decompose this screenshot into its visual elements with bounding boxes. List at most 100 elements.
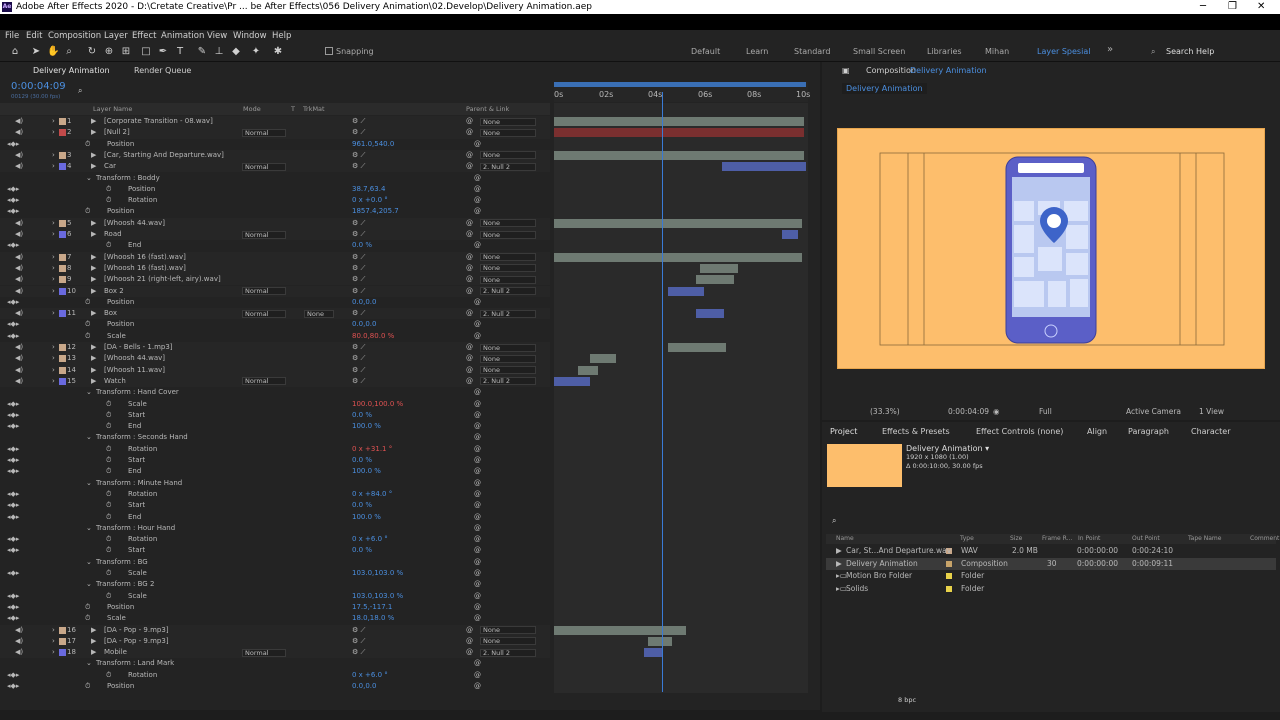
keyframe-nav-icon[interactable]: ◂◆▸ bbox=[7, 500, 19, 511]
pickwhip-icon[interactable]: @ bbox=[474, 432, 481, 443]
menu-layer[interactable]: Layer bbox=[104, 31, 128, 41]
property-group-row[interactable]: ⌄ Transform : BG 2 @ bbox=[0, 579, 550, 590]
label-color-swatch[interactable] bbox=[59, 163, 66, 171]
layer-name[interactable]: [Whoosh 11.wav] bbox=[104, 365, 165, 376]
stopwatch-icon[interactable]: ⏱ bbox=[85, 602, 90, 613]
layer-name[interactable]: [Whoosh 16 (fast).wav] bbox=[104, 252, 186, 263]
keyframe-nav-icon[interactable]: ◂◆▸ bbox=[7, 195, 19, 206]
layer-row[interactable]: ◀) 14 › ▶ [Whoosh 11.wav] ⚙ ⟋ @ None bbox=[0, 364, 550, 376]
property-group-name[interactable]: Transform : Seconds Hand bbox=[96, 432, 188, 443]
menu-help[interactable]: Help bbox=[272, 31, 291, 41]
col-layer-name[interactable]: Layer Name bbox=[93, 105, 132, 113]
tab-character[interactable]: Character bbox=[1191, 427, 1231, 436]
label-color-swatch[interactable] bbox=[59, 118, 66, 125]
layer-row[interactable]: ◀) 13 › ▶ [Whoosh 44.wav] ⚙ ⟋ @ None bbox=[0, 353, 550, 365]
layer-name[interactable]: Watch bbox=[104, 376, 126, 387]
pickwhip-icon[interactable]: @ bbox=[474, 139, 481, 150]
keyframe-nav-icon[interactable]: ◂◆▸ bbox=[7, 466, 19, 477]
expand-arrow-icon[interactable]: › bbox=[52, 342, 55, 353]
switches-icon[interactable]: ⚙ ⟋ bbox=[352, 150, 365, 161]
menu-effect[interactable]: Effect bbox=[132, 31, 156, 41]
property-row[interactable]: ◂◆▸ ⏱ Position 17.5,-117.1 @ bbox=[0, 602, 550, 613]
property-group-name[interactable]: Transform : Hand Cover bbox=[96, 387, 179, 398]
pickwhip-icon[interactable]: @ bbox=[474, 297, 481, 308]
keyframe-nav-icon[interactable]: ◂◆▸ bbox=[7, 670, 19, 681]
keyframe-nav-icon[interactable]: ◂◆▸ bbox=[7, 444, 19, 455]
property-group-row[interactable]: ⌄ Transform : Hand Cover @ bbox=[0, 387, 550, 398]
audio-icon[interactable]: ◀) bbox=[15, 116, 23, 127]
switches-icon[interactable]: ⚙ ⟋ bbox=[352, 353, 365, 364]
layer-duration-bar[interactable] bbox=[696, 275, 734, 285]
switches-icon[interactable]: ⚙ ⟋ bbox=[352, 252, 365, 263]
keyframe-nav-icon[interactable]: ◂◆▸ bbox=[7, 331, 19, 342]
layer-duration-bar[interactable] bbox=[554, 376, 590, 386]
pickwhip-icon[interactable]: @ bbox=[474, 523, 481, 534]
property-value[interactable]: 103.0,103.0 % bbox=[352, 591, 403, 602]
group-expand-icon[interactable]: ⌄ bbox=[86, 432, 92, 443]
layer-row[interactable]: ◀) 12 › ▶ [DA - Bells - 1.mp3] ⚙ ⟋ @ None bbox=[0, 342, 550, 354]
pickwhip-icon[interactable]: @ bbox=[466, 365, 473, 376]
property-value[interactable]: 0.0 % bbox=[352, 240, 372, 251]
pickwhip-icon[interactable]: @ bbox=[474, 500, 481, 511]
keyframe-nav-icon[interactable]: ◂◆▸ bbox=[7, 206, 19, 217]
pickwhip-icon[interactable]: @ bbox=[466, 636, 473, 647]
pickwhip-icon[interactable]: @ bbox=[474, 184, 481, 195]
property-group-name[interactable]: Transform : Boddy bbox=[96, 173, 160, 184]
pickwhip-icon[interactable]: @ bbox=[466, 308, 473, 319]
puppet-tool-icon[interactable]: ✱ bbox=[272, 46, 284, 58]
stopwatch-icon[interactable]: ⏱ bbox=[106, 545, 111, 556]
property-row[interactable]: ◂◆▸ ⏱ Start 0.0 % @ bbox=[0, 545, 550, 556]
composition-canvas[interactable] bbox=[837, 128, 1265, 369]
menu-window[interactable]: Window bbox=[233, 31, 267, 41]
snapshot-icon[interactable]: ◉ bbox=[993, 407, 1000, 416]
label-color-swatch[interactable] bbox=[59, 310, 66, 318]
current-time-indicator[interactable] bbox=[662, 92, 663, 692]
stopwatch-icon[interactable]: ⏱ bbox=[85, 206, 90, 217]
switches-icon[interactable]: ⚙ ⟋ bbox=[352, 274, 365, 285]
layer-row[interactable]: ◀) 17 › ▶ [DA - Pop - 9.mp3] ⚙ ⟋ @ None bbox=[0, 635, 550, 648]
bit-depth[interactable]: 8 bpc bbox=[898, 696, 916, 704]
layer-name[interactable]: Box bbox=[104, 308, 117, 319]
stopwatch-icon[interactable]: ⏱ bbox=[106, 444, 111, 455]
blend-mode-select[interactable]: Normal bbox=[242, 377, 286, 386]
track-matte-select[interactable]: None bbox=[304, 309, 334, 318]
property-row[interactable]: ◂◆▸ ⏱ Rotation 0 x +84.0 ° @ bbox=[0, 489, 550, 500]
switches-icon[interactable]: ⚙ ⟋ bbox=[352, 376, 365, 387]
layer-duration-bar[interactable] bbox=[554, 117, 804, 126]
layer-name[interactable]: [Car, Starting And Departure.wav] bbox=[104, 150, 224, 161]
label-color-swatch[interactable] bbox=[59, 264, 66, 272]
stopwatch-icon[interactable]: ⏱ bbox=[106, 512, 111, 523]
layer-name[interactable]: [Whoosh 44.wav] bbox=[104, 218, 165, 229]
expand-arrow-icon[interactable]: › bbox=[52, 229, 55, 240]
layer-name[interactable]: [Null 2] bbox=[104, 127, 130, 138]
tab-effect-controls[interactable]: Effect Controls (none) bbox=[976, 427, 1063, 436]
property-group-row[interactable]: ⌄ Transform : Land Mark @ bbox=[0, 658, 550, 669]
label-color-swatch[interactable] bbox=[59, 253, 66, 261]
audio-icon[interactable]: ◀) bbox=[15, 274, 23, 285]
property-row[interactable]: ◂◆▸ ⏱ Rotation 0 x +31.1 ° @ bbox=[0, 444, 550, 455]
rotate-tool-icon[interactable]: ↻ bbox=[86, 46, 98, 58]
switches-icon[interactable]: ⚙ ⟋ bbox=[352, 263, 365, 274]
parent-select[interactable]: None bbox=[480, 637, 536, 646]
menu-file[interactable]: File bbox=[5, 31, 19, 41]
comp-info-name[interactable]: Delivery Animation ▾ bbox=[906, 444, 989, 453]
tab-delivery-animation[interactable]: Delivery Animation bbox=[33, 66, 110, 75]
expand-arrow-icon[interactable]: › bbox=[52, 252, 55, 263]
pickwhip-icon[interactable]: @ bbox=[474, 681, 481, 692]
zoom-level[interactable]: (33.3%) bbox=[870, 407, 900, 416]
property-value[interactable]: 0.0,0.0 bbox=[352, 297, 377, 308]
property-value[interactable]: 100.0 % bbox=[352, 512, 381, 523]
property-value[interactable]: 961.0,540.0 bbox=[352, 139, 394, 150]
brush-tool-icon[interactable]: ✎ bbox=[196, 46, 208, 58]
property-value[interactable]: 0.0 % bbox=[352, 455, 372, 466]
property-row[interactable]: ◂◆▸ ⏱ Scale 80.0,80.0 % @ bbox=[0, 331, 550, 342]
layer-duration-bar[interactable] bbox=[578, 365, 598, 375]
workspace-layer-spesial[interactable]: Layer Spesial bbox=[1037, 47, 1090, 56]
pickwhip-icon[interactable]: @ bbox=[466, 150, 473, 161]
label-color-swatch[interactable] bbox=[59, 637, 66, 645]
property-value[interactable]: 0.0 % bbox=[352, 410, 372, 421]
col-parent[interactable]: Parent & Link bbox=[466, 105, 509, 113]
pan-behind-tool-icon[interactable]: ⊞ bbox=[120, 46, 132, 58]
pickwhip-icon[interactable]: @ bbox=[466, 218, 473, 229]
parent-select[interactable]: 2. Null 2 bbox=[480, 377, 536, 386]
